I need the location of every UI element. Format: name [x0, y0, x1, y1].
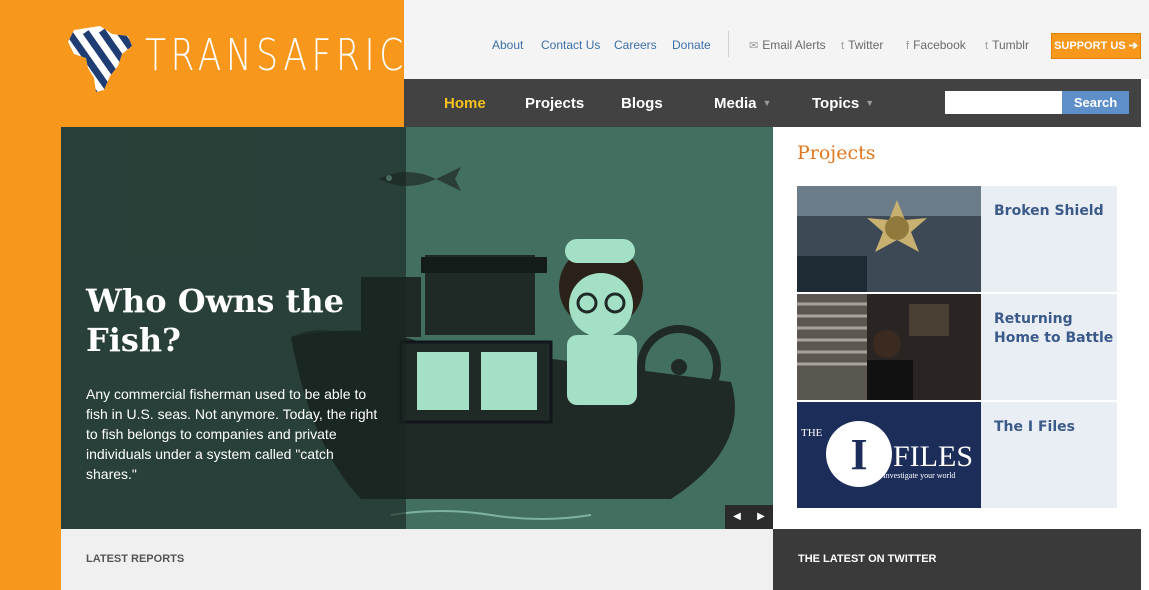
i-files-letter: I: [850, 430, 867, 479]
nav-topics[interactable]: Topics ▼: [812, 95, 874, 112]
facebook-link[interactable]: f Facebook: [906, 38, 966, 52]
email-alerts-link[interactable]: ✉ Email Alerts: [749, 38, 826, 52]
hero-slider-controls: ◀ ▶: [725, 505, 773, 529]
envelope-icon: ✉: [749, 40, 759, 52]
careers-link[interactable]: Careers: [614, 38, 657, 52]
utility-divider: [728, 31, 729, 57]
caret-down-icon: ▼: [762, 98, 772, 108]
tumblr-icon: t: [985, 40, 989, 52]
nav-media-label: Media: [714, 95, 757, 112]
search-button[interactable]: Search: [1062, 91, 1129, 114]
latest-reports-heading: LATEST REPORTS: [86, 553, 185, 565]
projects-heading: Projects: [797, 142, 876, 164]
hero-title[interactable]: Who Owns the Fish?: [86, 282, 386, 360]
facebook-label: Facebook: [913, 38, 966, 52]
nav-blogs[interactable]: Blogs: [621, 95, 663, 112]
i-files-tagline: Investigate your world: [883, 471, 955, 480]
project-i-files[interactable]: THE I FILES Investigate your world The I…: [797, 402, 1117, 508]
twitter-section: THE LATEST ON TWITTER: [773, 529, 1141, 590]
nav-media[interactable]: Media ▼: [714, 95, 771, 112]
about-link[interactable]: About: [492, 38, 523, 52]
tumblr-label: Tumblr: [992, 38, 1029, 52]
hero-slider[interactable]: Who Owns the Fish? Any commercial fisher…: [61, 127, 773, 529]
twitter-label: Twitter: [848, 38, 884, 52]
badge-photo: [797, 186, 981, 292]
prev-slide-icon[interactable]: ◀: [727, 508, 747, 526]
caret-down-icon: ▼: [865, 98, 875, 108]
site-logo-text: TRANSAFRICA: [145, 30, 437, 81]
support-us-label: SUPPORT US: [1054, 40, 1126, 52]
veteran-photo: [797, 294, 981, 400]
nav-projects[interactable]: Projects: [525, 95, 584, 112]
project-label: Broken Shield: [994, 203, 1104, 219]
tumblr-link[interactable]: t Tumblr: [985, 38, 1029, 52]
email-alerts-label: Email Alerts: [762, 38, 826, 52]
support-us-button[interactable]: SUPPORT US ➔: [1051, 33, 1141, 59]
i-files-files-text: FILES: [893, 440, 973, 473]
project-label: The I Files: [994, 419, 1075, 435]
project-returning-home[interactable]: Returning Home to Battle: [797, 294, 1117, 400]
donate-link[interactable]: Donate: [672, 38, 711, 52]
logo-area[interactable]: TRANSAFRICA: [0, 0, 431, 127]
next-slide-icon[interactable]: ▶: [751, 508, 771, 526]
arrow-right-icon: ➔: [1128, 40, 1138, 52]
nav-home[interactable]: Home: [444, 95, 486, 112]
twitter-icon: t: [841, 40, 845, 52]
twitter-link[interactable]: t Twitter: [841, 38, 883, 52]
facebook-icon: f: [906, 40, 910, 52]
africa-logo-icon: [68, 26, 132, 92]
projects-panel: Projects Broken Shield Returning Home to…: [773, 127, 1141, 529]
i-files-logo-image: THE I FILES Investigate your world: [797, 402, 981, 508]
latest-reports-section: LATEST REPORTS: [61, 529, 773, 590]
search-input[interactable]: [945, 91, 1062, 114]
twitter-heading: THE LATEST ON TWITTER: [798, 553, 937, 565]
i-files-the-text: THE: [801, 427, 823, 439]
nav-topics-label: Topics: [812, 95, 860, 112]
contact-us-link[interactable]: Contact Us: [541, 38, 600, 52]
project-broken-shield[interactable]: Broken Shield: [797, 186, 1117, 292]
right-gutter: [1141, 79, 1149, 590]
hero-description: Any commercial fisherman used to be able…: [86, 386, 378, 482]
project-label: Returning Home to Battle: [994, 311, 1114, 346]
